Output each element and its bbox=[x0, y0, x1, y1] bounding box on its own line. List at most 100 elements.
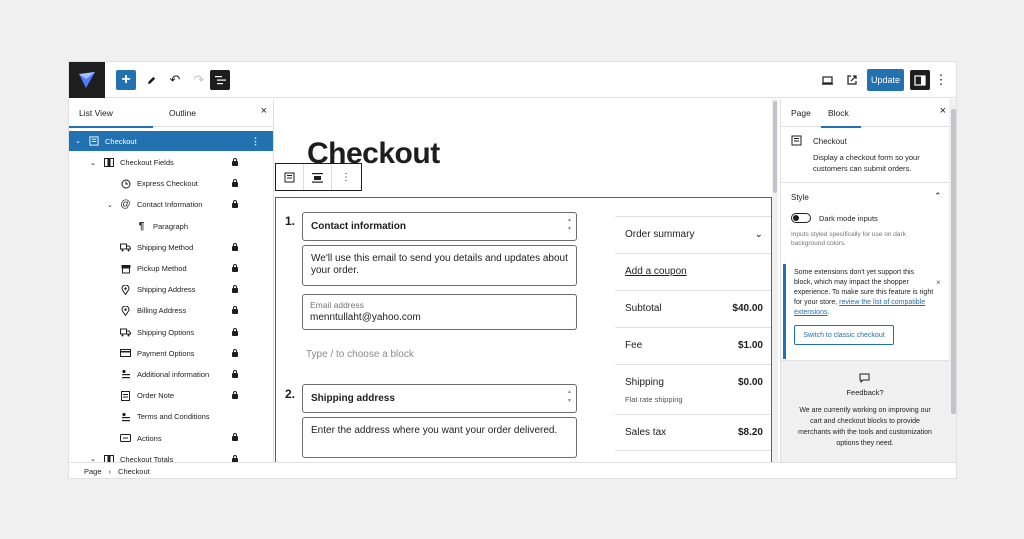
tree-item-label: Checkout Fields bbox=[120, 158, 174, 168]
shipping-description[interactable]: Enter the address where you want your or… bbox=[302, 417, 577, 458]
tab-block[interactable]: Block bbox=[821, 108, 861, 128]
tree-item[interactable]: Shipping Options bbox=[69, 322, 273, 343]
scrollbar-thumb[interactable] bbox=[951, 109, 956, 414]
lock-icon bbox=[232, 285, 238, 294]
shipping-method-label: Flat rate shipping bbox=[625, 395, 683, 404]
shipping-title[interactable]: Shipping address bbox=[303, 385, 576, 412]
style-section-title[interactable]: Style bbox=[791, 193, 809, 202]
lock-icon bbox=[232, 391, 238, 400]
tree-item-label: Paragraph bbox=[153, 221, 189, 231]
tree-item[interactable]: Pickup Method bbox=[69, 258, 273, 279]
list-view-icon[interactable] bbox=[210, 70, 230, 90]
lock-icon bbox=[232, 306, 238, 315]
note-icon bbox=[120, 390, 131, 401]
settings-icon[interactable] bbox=[910, 70, 930, 90]
add-block-button[interactable]: + bbox=[116, 70, 136, 90]
breadcrumb-current[interactable]: Checkout bbox=[118, 467, 150, 476]
block-description: Display a checkout form so your customer… bbox=[813, 153, 920, 173]
summary-row: Shipping $0.00 Flat rate shipping bbox=[615, 364, 771, 414]
email-field[interactable]: Email address menntullaht@yahoo.com bbox=[302, 294, 577, 330]
checkout-icon bbox=[88, 136, 99, 147]
lock-icon bbox=[232, 348, 238, 357]
close-icon[interactable]: × bbox=[940, 105, 946, 117]
card-icon bbox=[120, 348, 131, 359]
settings-panel: Page Block × Checkout Display a checkout… bbox=[780, 99, 956, 462]
update-button[interactable]: Update bbox=[867, 69, 904, 91]
block-type-icon[interactable] bbox=[276, 164, 304, 190]
add-coupon-link[interactable]: Add a coupon bbox=[625, 266, 687, 277]
chevron-down-icon[interactable]: ⌄ bbox=[90, 455, 96, 462]
summary-label: Fee bbox=[625, 340, 643, 351]
tree-item[interactable]: Order Note bbox=[69, 385, 273, 406]
contact-description[interactable]: We'll use this email to send you details… bbox=[302, 245, 577, 286]
checkout-block[interactable]: 1. Contact information ▲ ▼ We'll use this… bbox=[275, 197, 772, 462]
tree-item[interactable]: Payment Options bbox=[69, 343, 273, 364]
email-value[interactable]: menntullaht@yahoo.com bbox=[310, 312, 421, 323]
preview-icon[interactable] bbox=[817, 70, 837, 90]
tree-item[interactable]: ⌄ @ Contact Information bbox=[69, 194, 273, 215]
tab-outline[interactable]: Outline bbox=[169, 108, 196, 118]
summary-label: Shipping bbox=[625, 377, 664, 388]
columns-icon bbox=[103, 454, 114, 462]
tree-item-label: Pickup Method bbox=[137, 264, 187, 274]
close-icon[interactable]: × bbox=[936, 278, 941, 287]
tree-item[interactable]: ⌄ Checkout Totals bbox=[69, 449, 273, 462]
tree-item-label: Shipping Options bbox=[137, 327, 195, 337]
lock-icon bbox=[232, 263, 238, 272]
tree-item-label: Billing Address bbox=[137, 306, 187, 316]
person-icon bbox=[120, 411, 131, 422]
redo-icon[interactable]: ↷ bbox=[189, 70, 209, 90]
tree-item[interactable]: Shipping Address bbox=[69, 279, 273, 300]
block-options-icon[interactable]: ⋮ bbox=[251, 136, 260, 147]
tree-item-label: Terms and Conditions bbox=[137, 412, 210, 422]
undo-icon[interactable]: ↶ bbox=[165, 70, 185, 90]
tree-item[interactable]: Shipping Method bbox=[69, 237, 273, 258]
panel-scrollbar[interactable] bbox=[949, 99, 956, 462]
chevron-up-icon[interactable]: ⌃ bbox=[934, 191, 942, 202]
list-view-panel: List View Outline × ⌄ Checkout ⋮ ⌄ Checkout … bbox=[69, 99, 274, 462]
switch-classic-button[interactable]: Switch to classic checkout bbox=[794, 325, 894, 345]
chevron-down-icon[interactable]: ⌄ bbox=[107, 201, 113, 209]
order-summary-header[interactable]: Order summary ⌄ bbox=[615, 216, 771, 253]
more-options-icon[interactable]: ⋮ bbox=[933, 70, 949, 90]
tree-item[interactable]: Actions bbox=[69, 427, 273, 448]
tree-item-label: Shipping Method bbox=[137, 242, 194, 252]
contact-title[interactable]: Contact information bbox=[303, 213, 576, 240]
block-toolbar: ⋮ bbox=[275, 163, 362, 191]
tree-item[interactable]: Billing Address bbox=[69, 300, 273, 321]
edit-tool-icon[interactable] bbox=[141, 70, 161, 90]
dark-mode-toggle[interactable] bbox=[791, 213, 811, 223]
contact-title-field[interactable]: Contact information ▲ ▼ bbox=[302, 212, 577, 241]
stepper-icon: ▲ ▼ bbox=[567, 217, 572, 232]
tab-page[interactable]: Page bbox=[791, 108, 811, 118]
step-number: 1. bbox=[285, 214, 296, 228]
tree-item-label: Contact Information bbox=[137, 200, 203, 210]
summary-value: $40.00 bbox=[732, 303, 763, 314]
canvas-scrollbar[interactable] bbox=[772, 99, 778, 462]
breadcrumb-root[interactable]: Page bbox=[84, 467, 102, 476]
tree-item[interactable]: ¶ Paragraph bbox=[69, 216, 273, 237]
align-icon[interactable] bbox=[304, 164, 332, 190]
view-page-icon[interactable] bbox=[842, 70, 862, 90]
close-icon[interactable]: × bbox=[261, 105, 267, 117]
columns-icon bbox=[103, 157, 114, 168]
shipping-title-field[interactable]: Shipping address ▲ ▼ bbox=[302, 384, 577, 413]
summary-row: Sales tax $8.20 bbox=[615, 414, 771, 451]
block-name: Checkout bbox=[813, 137, 847, 146]
chevron-down-icon[interactable]: ⌄ bbox=[90, 159, 96, 167]
tab-list-view[interactable]: List View bbox=[69, 108, 153, 128]
tree-item[interactable]: Additional information bbox=[69, 364, 273, 385]
tree-item[interactable]: Express Checkout bbox=[69, 173, 273, 194]
block-appender[interactable]: Type / to choose a block bbox=[306, 349, 414, 360]
block-options-icon[interactable]: ⋮ bbox=[332, 164, 360, 190]
scrollbar-thumb[interactable] bbox=[773, 101, 777, 193]
person-icon bbox=[120, 369, 131, 380]
site-logo-icon[interactable] bbox=[69, 62, 105, 98]
tree-item[interactable]: ⌄ Checkout Fields bbox=[69, 152, 273, 173]
tree-item[interactable]: Terms and Conditions bbox=[69, 406, 273, 427]
chevron-down-icon[interactable]: ⌄ bbox=[755, 229, 763, 240]
order-summary: Order summary ⌄ Add a coupon Subtotal $4… bbox=[615, 216, 771, 451]
tree-item[interactable]: ⌄ Checkout ⋮ bbox=[69, 131, 273, 151]
chevron-down-icon[interactable]: ⌄ bbox=[75, 137, 81, 145]
summary-value: $8.20 bbox=[737, 427, 763, 438]
